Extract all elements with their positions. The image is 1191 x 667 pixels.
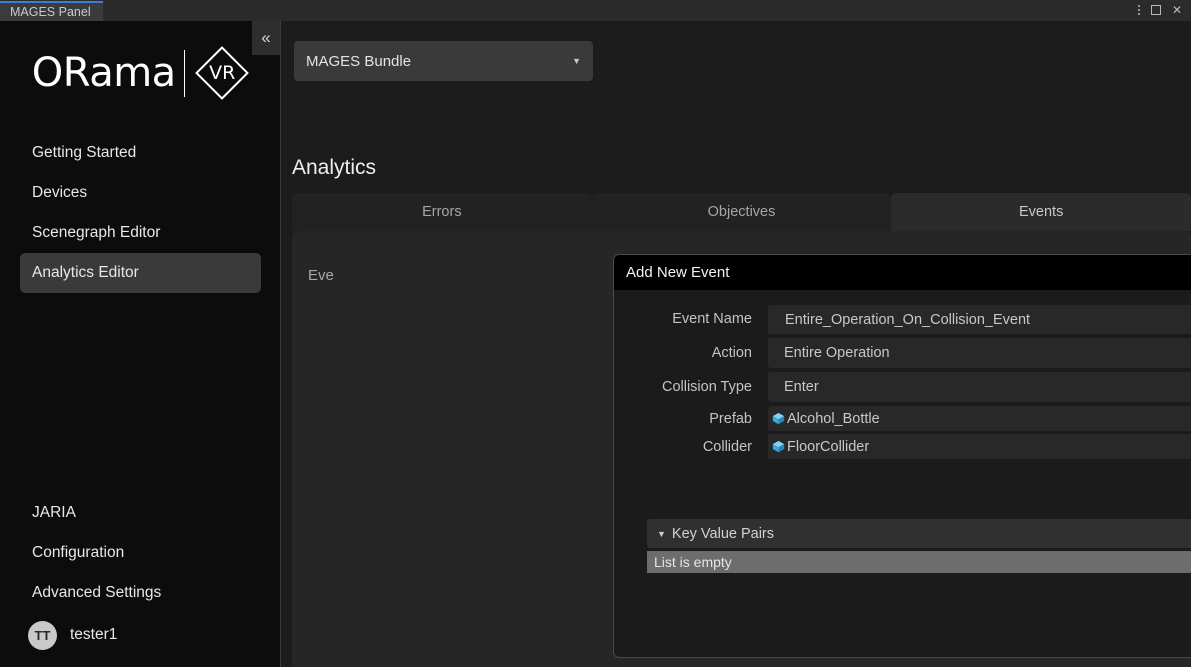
field-row-event-name: Event Name Entire_Operation_On_Collision…: [626, 304, 1191, 334]
sidebar-item-getting-started[interactable]: Getting Started: [20, 133, 261, 173]
sidebar-item-configuration[interactable]: Configuration: [20, 533, 261, 573]
window-titlebar: MAGES Panel ✕: [0, 0, 1191, 21]
key-value-pairs-foldout[interactable]: ▼ Key Value Pairs: [647, 519, 1191, 548]
field-row-prefab: Prefab Alcohol_Bottle: [626, 406, 1191, 431]
collision-type-label: Collision Type: [626, 379, 768, 395]
foldout-triangle-icon: ▼: [657, 529, 666, 539]
orama-vr-logo: ORama VR: [0, 34, 281, 112]
sidebar-item-label: Scenegraph Editor: [32, 224, 160, 242]
sidebar-nav-bottom: JARIA Configuration Advanced Settings TT…: [0, 493, 281, 657]
logo-diamond-icon: VR: [195, 46, 249, 100]
logo-divider: [184, 50, 186, 97]
sidebar-item-label: Getting Started: [32, 144, 136, 162]
tab-label: Events: [1019, 204, 1063, 220]
logo-vr-text: VR: [209, 62, 235, 84]
events-panel-label: Eve: [308, 267, 334, 284]
collision-type-value: Enter: [784, 379, 819, 395]
prefab-value: Alcohol_Bottle: [787, 411, 880, 427]
sidebar-item-label: JARIA: [32, 504, 76, 522]
analytics-tabs: Errors Objectives Events: [292, 193, 1191, 231]
sidebar-nav: Getting Started Devices Scenegraph Edito…: [0, 133, 281, 293]
sidebar-item-label: Devices: [32, 184, 87, 202]
dialog-header: Add New Event ✕: [614, 255, 1191, 290]
action-value: Entire Operation: [784, 345, 890, 361]
tab-label: Errors: [422, 204, 461, 220]
sidebar-item-jaria[interactable]: JARIA: [20, 493, 261, 533]
field-row-collider: Collider FloorCollider: [626, 434, 1191, 459]
key-value-pairs-section: ▼ Key Value Pairs List is empty + -: [647, 519, 1191, 605]
page-title: Analytics: [292, 156, 376, 180]
collider-label: Collider: [626, 439, 768, 455]
panel-tab-label: MAGES Panel: [10, 3, 91, 21]
action-label: Action: [626, 345, 768, 361]
maximize-icon[interactable]: [1151, 5, 1161, 15]
dialog-body: Event Name Entire_Operation_On_Collision…: [614, 290, 1191, 459]
collision-type-dropdown[interactable]: Enter ▼: [768, 372, 1191, 402]
sidebar-item-label: Advanced Settings: [32, 584, 161, 602]
action-dropdown[interactable]: Entire Operation ▼: [768, 338, 1191, 368]
logo-wordmark: ORama: [32, 50, 176, 96]
panel-tab-mages[interactable]: MAGES Panel: [0, 1, 103, 21]
event-name-input[interactable]: Entire_Operation_On_Collision_Event: [768, 305, 1191, 334]
tab-errors[interactable]: Errors: [292, 193, 592, 231]
empty-list-label: List is empty: [654, 554, 732, 570]
close-icon[interactable]: ✕: [1172, 4, 1182, 16]
sidebar-item-label: Analytics Editor: [32, 264, 139, 282]
collider-value: FloorCollider: [787, 439, 869, 455]
key-value-pairs-title: Key Value Pairs: [672, 526, 774, 542]
add-new-event-dialog: Add New Event ✕ Event Name Entire_Operat…: [613, 254, 1191, 658]
collider-object-field[interactable]: FloorCollider: [768, 434, 1191, 459]
kebab-menu-icon[interactable]: [1138, 4, 1140, 16]
bundle-dropdown-value: MAGES Bundle: [306, 53, 411, 70]
event-name-value: Entire_Operation_On_Collision_Event: [785, 312, 1030, 328]
bundle-dropdown[interactable]: MAGES Bundle ▼: [294, 41, 593, 81]
tab-events[interactable]: Events: [891, 193, 1191, 231]
chevron-down-icon: ▼: [572, 56, 581, 66]
user-account-row[interactable]: TT tester1: [20, 613, 261, 657]
tab-label: Objectives: [708, 204, 776, 220]
sidebar-item-advanced-settings[interactable]: Advanced Settings: [20, 573, 261, 613]
sidebar-item-devices[interactable]: Devices: [20, 173, 261, 213]
user-name-label: tester1: [70, 626, 117, 644]
mages-panel-window: MAGES Panel ✕ « ORama VR Getting Started…: [0, 0, 1191, 667]
sidebar-item-analytics-editor[interactable]: Analytics Editor: [20, 253, 261, 293]
window-controls: ✕: [1138, 0, 1191, 21]
sidebar: « ORama VR Getting Started Devices Scene…: [0, 21, 281, 667]
collider-cube-icon: [772, 440, 785, 453]
prefab-cube-icon: [772, 412, 785, 425]
key-value-pairs-empty-row: List is empty: [647, 551, 1191, 573]
sidebar-item-label: Configuration: [32, 544, 124, 562]
prefab-object-field[interactable]: Alcohol_Bottle: [768, 406, 1191, 431]
avatar: TT: [28, 621, 57, 650]
prefab-label: Prefab: [626, 411, 768, 427]
field-row-collision-type: Collision Type Enter ▼: [626, 372, 1191, 402]
field-row-action: Action Entire Operation ▼: [626, 338, 1191, 368]
dialog-title: Add New Event: [626, 264, 729, 281]
event-name-label: Event Name: [626, 311, 768, 327]
tab-objectives[interactable]: Objectives: [592, 193, 892, 231]
sidebar-item-scenegraph-editor[interactable]: Scenegraph Editor: [20, 213, 261, 253]
main-content: MAGES Bundle ▼ Analytics Errors Objectiv…: [282, 21, 1191, 667]
key-value-pairs-buttons: + -: [647, 580, 1191, 605]
